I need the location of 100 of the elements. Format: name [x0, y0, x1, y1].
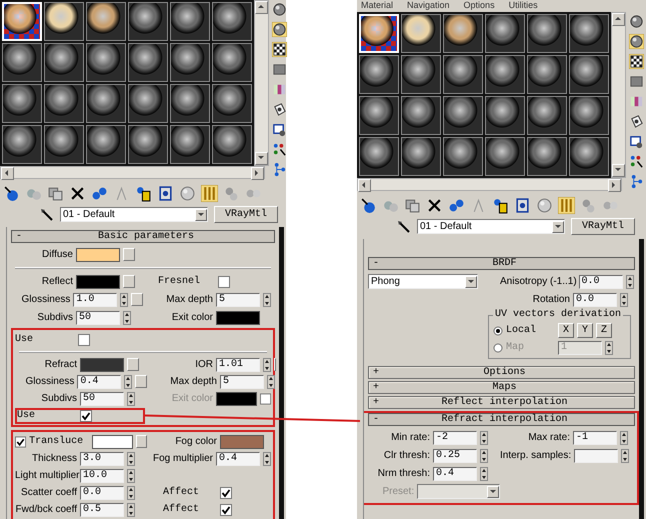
number-field[interactable]: 0.0	[578, 274, 622, 288]
sample-slot[interactable]	[359, 96, 399, 135]
sample-slot[interactable]	[212, 2, 252, 41]
sample-slot[interactable]	[170, 125, 210, 164]
window-icon[interactable]	[629, 134, 644, 149]
color-swatch[interactable]	[216, 392, 257, 406]
rollout-header[interactable]: - Refract interpolation	[368, 413, 635, 426]
sample-slot[interactable]	[2, 84, 42, 123]
number-field[interactable]: 3.0	[80, 452, 124, 466]
sample-slot[interactable]	[170, 43, 210, 82]
sample-slot[interactable]	[527, 55, 567, 94]
sample-slot[interactable]	[401, 55, 441, 94]
menu-item[interactable]: Material	[361, 0, 394, 12]
channel-icon[interactable]	[514, 197, 531, 214]
spinner-icon[interactable]	[123, 310, 131, 324]
number-field[interactable]: 0.4	[77, 374, 122, 388]
sample-slot[interactable]	[128, 2, 168, 41]
sample-slot[interactable]	[401, 137, 441, 176]
sample-slot[interactable]	[170, 84, 210, 123]
sample-slot[interactable]	[212, 84, 252, 123]
spinner-icon[interactable]	[480, 466, 488, 480]
sample-slot[interactable]	[527, 137, 567, 176]
sample-slot[interactable]	[569, 14, 609, 53]
radio-button[interactable]	[493, 326, 503, 336]
checkbox[interactable]	[260, 392, 271, 404]
menu-item[interactable]: Options	[464, 0, 495, 12]
sample-slot[interactable]	[485, 14, 525, 53]
spinner-icon[interactable]	[620, 430, 628, 444]
color-swatch[interactable]	[80, 358, 124, 372]
window-icon[interactable]	[272, 122, 287, 137]
sample-slot[interactable]	[128, 43, 168, 82]
number-field[interactable]: 0.4	[433, 466, 477, 480]
linked-spheres-icon[interactable]	[448, 197, 465, 214]
material-name-field[interactable]: 01 - Default	[417, 219, 565, 234]
scrollbar[interactable]	[357, 178, 622, 191]
color-swatch[interactable]	[220, 434, 264, 448]
spinner-icon[interactable]	[120, 292, 128, 306]
sample-slot[interactable]	[128, 125, 168, 164]
checkbox[interactable]	[78, 334, 90, 346]
number-field[interactable]: 0.25	[433, 448, 477, 462]
sample-slot[interactable]	[485, 137, 525, 176]
sample-slot[interactable]	[485, 55, 525, 94]
axis-button[interactable]: X	[558, 323, 574, 338]
sample-slot[interactable]	[401, 14, 441, 53]
sample-slot[interactable]	[44, 2, 84, 41]
spinner-icon[interactable]	[480, 430, 488, 444]
sphere-icon[interactable]	[629, 14, 644, 29]
number-field[interactable]: -2	[433, 430, 477, 444]
sample-slot[interactable]	[569, 137, 609, 176]
sample-slot[interactable]	[569, 96, 609, 135]
sphere-icon[interactable]	[629, 34, 644, 49]
checker-icon[interactable]	[629, 54, 644, 69]
spinner-icon[interactable]	[605, 340, 613, 354]
number-field[interactable]: 50	[76, 310, 120, 324]
rollout-header[interactable]: - BRDF	[368, 257, 635, 270]
sample-slot[interactable]	[2, 43, 42, 82]
nodes-icon[interactable]	[629, 154, 644, 169]
square-icon[interactable]	[629, 74, 644, 89]
number-field[interactable]: 5	[220, 374, 264, 388]
axis-button[interactable]: Y	[577, 323, 594, 338]
rollout-header[interactable]: + Options	[368, 366, 635, 379]
number-field[interactable]: 0.0	[80, 486, 124, 500]
bars-icon[interactable]	[558, 197, 575, 214]
tree-icon[interactable]	[629, 174, 644, 189]
sample-slot[interactable]	[170, 2, 210, 41]
bars-icon[interactable]	[201, 185, 218, 202]
axis-button[interactable]: Z	[596, 323, 612, 338]
spinner-icon[interactable]	[127, 502, 135, 516]
scrollbar[interactable]	[0, 166, 265, 179]
material-type-button[interactable]: VRayMtl	[214, 206, 278, 223]
sample-slot[interactable]	[359, 55, 399, 94]
sample-slot[interactable]	[527, 14, 567, 53]
material-type-button[interactable]: VRayMtl	[571, 218, 636, 235]
menu-item[interactable]: Utilities	[508, 0, 538, 12]
checkbox[interactable]	[80, 410, 92, 422]
number-field[interactable]: 1.01	[216, 358, 260, 372]
delete-icon[interactable]	[69, 185, 86, 202]
sample-slot[interactable]	[86, 125, 126, 164]
linked-spheres-icon[interactable]	[91, 185, 108, 202]
sphere-arrow-icon[interactable]	[360, 197, 377, 214]
checkbox[interactable]	[15, 436, 26, 448]
copy-icon[interactable]	[404, 197, 421, 214]
scrollbar[interactable]	[611, 12, 626, 178]
delete-icon[interactable]	[426, 197, 443, 214]
sphere-icon[interactable]	[272, 22, 287, 37]
number-field[interactable]: 0.5	[80, 502, 124, 516]
rollout-header[interactable]: + Reflect interpolation	[368, 396, 635, 409]
sample-slot[interactable]	[86, 2, 126, 41]
sample-slot[interactable]	[86, 84, 126, 123]
sphere-arrow-icon[interactable]	[3, 185, 20, 202]
eyedropper-icon[interactable]	[397, 220, 411, 234]
sample-slot[interactable]	[44, 125, 84, 164]
checkbox[interactable]	[218, 276, 230, 288]
checkbox[interactable]	[220, 504, 232, 516]
sphere-box-icon[interactable]	[492, 197, 509, 214]
scrollbar[interactable]	[254, 0, 269, 166]
color-swatch[interactable]	[76, 248, 120, 262]
spinner-icon[interactable]	[127, 486, 135, 500]
color-swatch[interactable]	[92, 434, 133, 448]
color-bars-icon[interactable]	[272, 82, 287, 97]
